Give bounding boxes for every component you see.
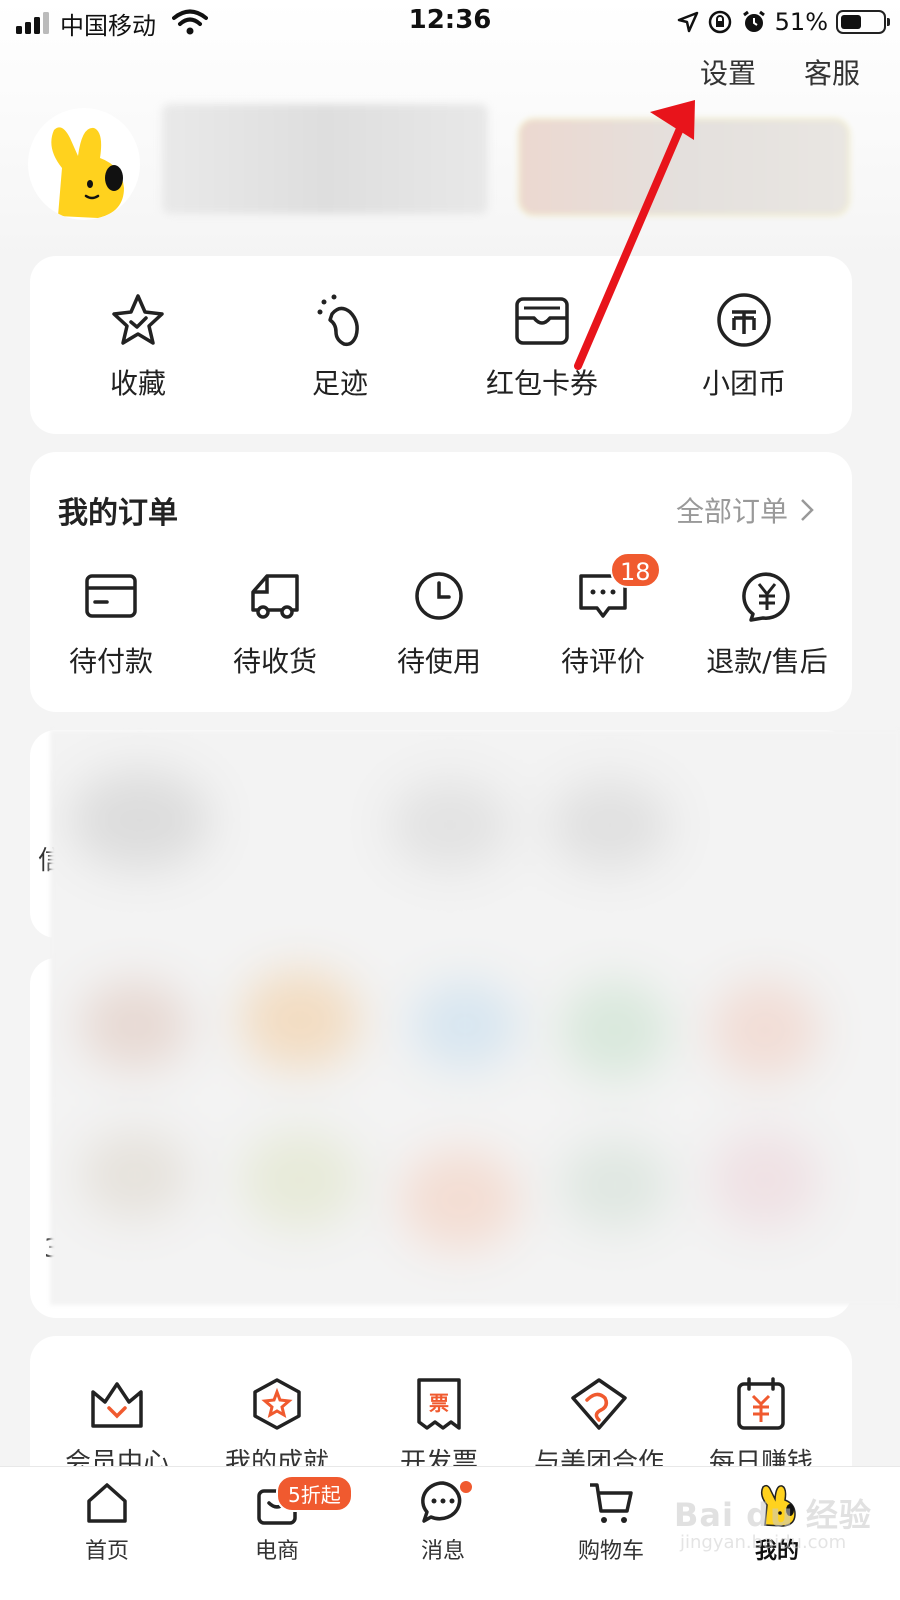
shortcut-coupons[interactable]: 红包卡券 xyxy=(462,290,622,402)
crown-icon xyxy=(91,1382,143,1428)
review-count-badge: 18 xyxy=(610,552,661,588)
rotation-lock-icon xyxy=(708,10,731,34)
shortcut-label: 足迹 xyxy=(311,367,368,400)
orders-card: 我的订单 全部订单 待付款 待收货 待使用 18 待评价 退款/售后 xyxy=(30,452,852,712)
tab-label: 电商 xyxy=(254,1539,299,1564)
order-label: 待使用 xyxy=(396,645,481,678)
order-pending-payment[interactable]: 待付款 xyxy=(36,570,186,680)
home-icon xyxy=(87,1483,127,1523)
watermark-url: jingyan.baidu.com xyxy=(680,1532,847,1553)
baidu-watermark: Bai du 经验 jingyan.baidu.com xyxy=(672,1488,872,1568)
order-to-review[interactable]: 18 待评价 xyxy=(528,552,678,680)
shortcut-card: 收藏 足迹 红包卡券 小团币 xyxy=(30,256,852,434)
service-member-center[interactable]: 会员中心 xyxy=(42,1376,192,1479)
order-label: 待收货 xyxy=(232,645,317,678)
orders-title: 我的订单 xyxy=(58,496,178,531)
tab-label: 首页 xyxy=(84,1539,129,1564)
order-pending-delivery[interactable]: 待收货 xyxy=(200,570,350,680)
tab-label: 消息 xyxy=(420,1539,465,1564)
order-label: 退款/售后 xyxy=(706,645,828,678)
blur-overlay xyxy=(50,730,900,1305)
tab-cart[interactable]: 购物车 xyxy=(546,1479,676,1565)
star-icon xyxy=(112,294,164,345)
tab-ecommerce[interactable]: 5折起 电商 xyxy=(212,1475,353,1565)
coin-icon xyxy=(717,293,771,347)
shortcut-footprints[interactable]: 足迹 xyxy=(260,290,420,402)
shortcut-coins[interactable]: 小团币 xyxy=(664,290,824,402)
settings-button[interactable]: 设置 xyxy=(700,52,756,92)
customer-service-button[interactable]: 客服 xyxy=(804,52,860,92)
service-daily-earn[interactable]: 每日赚钱 xyxy=(686,1376,836,1479)
order-label: 待评价 xyxy=(560,645,645,678)
location-arrow-icon xyxy=(677,11,698,33)
blurred-membership-card[interactable] xyxy=(518,118,850,216)
truck-icon xyxy=(251,574,299,619)
tab-home[interactable]: 首页 xyxy=(42,1479,172,1565)
battery-icon xyxy=(836,10,890,34)
invoice-icon: 票 xyxy=(417,1378,461,1430)
refund-icon xyxy=(742,572,790,622)
shortcut-label: 红包卡券 xyxy=(485,367,598,400)
shortcut-label: 小团币 xyxy=(701,367,786,400)
tab-label: 购物车 xyxy=(577,1539,644,1564)
all-orders-label: 全部订单 xyxy=(675,495,788,528)
blurred-content-area: 信 3 xyxy=(30,730,900,1320)
svg-text:票: 票 xyxy=(429,1391,449,1415)
status-bar: 中国移动 12:36 51% xyxy=(0,0,900,48)
wallet-icon xyxy=(515,297,569,345)
service-achievements[interactable]: 我的成就 xyxy=(202,1376,352,1479)
footprint-icon xyxy=(317,294,359,347)
order-to-use[interactable]: 待使用 xyxy=(364,570,514,680)
shortcut-label: 收藏 xyxy=(109,367,166,400)
calendar-yuan-icon xyxy=(737,1377,785,1430)
cart-icon xyxy=(590,1483,633,1523)
card-icon xyxy=(85,574,137,618)
service-cooperate[interactable]: 与美团合作 xyxy=(524,1376,674,1479)
mascot-avatar-icon xyxy=(51,127,125,218)
service-invoice[interactable]: 票 开发票 xyxy=(364,1376,514,1479)
ecommerce-promo-badge: 5折起 xyxy=(276,1475,353,1512)
clock-icon xyxy=(415,572,463,620)
unread-dot xyxy=(458,1479,474,1495)
handshake-icon xyxy=(571,1378,627,1430)
order-label: 待付款 xyxy=(68,645,153,678)
chevron-right-icon xyxy=(801,499,814,521)
all-orders-link[interactable]: 全部订单 xyxy=(676,490,814,530)
avatar[interactable] xyxy=(28,108,140,220)
battery-percent: 51% xyxy=(774,8,828,36)
medal-icon xyxy=(253,1378,301,1430)
tab-messages[interactable]: 消息 xyxy=(378,1479,508,1565)
shortcut-favorites[interactable]: 收藏 xyxy=(58,290,218,402)
alarm-icon xyxy=(742,10,765,32)
order-refund[interactable]: 退款/售后 xyxy=(692,570,842,680)
blurred-username xyxy=(162,104,488,214)
watermark-text: Bai du 经验 xyxy=(674,1496,872,1534)
